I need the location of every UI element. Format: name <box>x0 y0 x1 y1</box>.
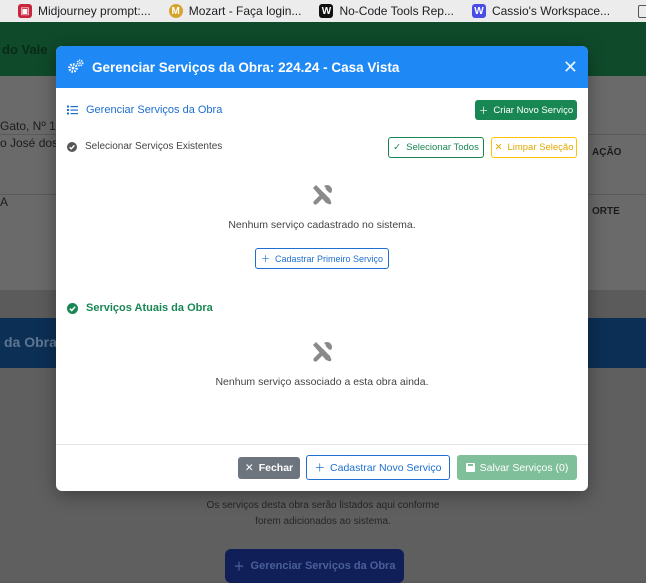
bookmark-nocode[interactable]: W No-Code Tools Rep... <box>301 0 454 22</box>
double-check-icon: ✓ <box>393 142 402 153</box>
bookmark-label: Mozart - Faça login... <box>188 4 302 18</box>
empty-system-text: Nenhum serviço cadastrado no sistema. <box>228 219 416 231</box>
close-button[interactable]: ✕ Fechar <box>238 457 300 479</box>
save-services-button[interactable]: Salvar Serviços (0) <box>457 455 577 480</box>
bookmark-label: Cassio's Workspace... <box>491 4 611 18</box>
current-services-label: Serviços Atuais da Obra <box>86 302 213 314</box>
bookmarks-bar: ▣ Midjourney prompt:... M Mozart - Faça … <box>0 0 646 22</box>
create-service-label: Criar Novo Serviço <box>493 104 574 116</box>
current-services-title: Serviços Atuais da Obra <box>67 302 213 314</box>
tools-icon <box>313 185 332 205</box>
background-row-text: o José dos <box>0 136 59 150</box>
background-row-text: ORTE <box>592 206 620 217</box>
select-existing-title: Selecionar Serviços Existentes <box>67 141 222 152</box>
x-icon: ✕ <box>244 462 254 474</box>
manage-section-title: Gerenciar Serviços da Obra <box>67 104 222 116</box>
manage-section-label: Gerenciar Serviços da Obra <box>86 104 223 116</box>
cogs-icon <box>68 59 84 73</box>
bookmark-midjourney[interactable]: ▣ Midjourney prompt:... <box>0 0 151 22</box>
background-note: Os serviços desta obra serão listados aq… <box>206 500 440 511</box>
modal-title: Gerenciar Serviços da Obra: 224.24 - Cas… <box>92 60 400 75</box>
background-button-label: Gerenciar Serviços da Obra <box>250 560 396 572</box>
bookmark-mozart[interactable]: M Mozart - Faça login... <box>151 0 302 22</box>
background-row-text: AÇÃO <box>592 147 622 158</box>
background-row-text: Gato, Nº 1 <box>0 119 56 133</box>
clear-selection-label: Limpar Seleção <box>507 142 574 153</box>
x-icon: ✕ <box>494 142 503 153</box>
close-icon[interactable]: ✕ <box>563 58 578 76</box>
select-existing-label: Selecionar Serviços Existentes <box>85 141 223 152</box>
register-first-label: Cadastrar Primeiro Serviço <box>274 253 384 264</box>
save-icon <box>465 463 475 472</box>
select-all-label: Selecionar Todos <box>406 142 479 153</box>
plus-icon: ＋ <box>314 462 326 474</box>
check-circle-icon <box>67 302 78 314</box>
mozart-icon: M <box>168 4 183 18</box>
plus-icon: ＋ <box>478 106 489 117</box>
background-section-text: da Obra <box>4 334 57 350</box>
folder-icon <box>638 4 646 18</box>
background-note: forem adicionados ao sistema. <box>255 516 391 527</box>
background-manage-button: ＋ Gerenciar Serviços da Obra <box>225 549 404 583</box>
check-circle-icon <box>67 141 77 152</box>
register-first-button[interactable]: ＋ Cadastrar Primeiro Serviço <box>255 248 389 269</box>
modal-header: Gerenciar Serviços da Obra: 224.24 - Cas… <box>56 46 588 88</box>
nocode-icon: W <box>319 4 334 18</box>
register-new-service-button[interactable]: ＋ Cadastrar Novo Serviço <box>306 455 450 480</box>
workspace-icon: W <box>471 4 486 18</box>
bookmark-workspace[interactable]: W Cassio's Workspace... <box>454 0 610 22</box>
plus-icon: ＋ <box>260 254 270 264</box>
empty-obra-text: Nenhum serviço associado a esta obra ain… <box>215 376 429 388</box>
clear-selection-button[interactable]: ✕ Limpar Seleção <box>491 137 577 158</box>
save-services-label: Salvar Serviços (0) <box>479 461 569 474</box>
tools-icon <box>313 342 332 362</box>
manage-services-modal: Gerenciar Serviços da Obra: 224.24 - Cas… <box>56 46 588 491</box>
register-new-label: Cadastrar Novo Serviço <box>330 461 442 474</box>
modal-footer: ✕ Fechar ＋ Cadastrar Novo Serviço Salvar… <box>56 444 588 491</box>
bookmark-label: No-Code Tools Rep... <box>339 4 454 18</box>
close-button-label: Fechar <box>258 462 294 474</box>
list-icon <box>67 105 78 115</box>
background-row-text: A <box>0 195 9 209</box>
background-header-text: do Vale <box>2 42 48 57</box>
select-all-button[interactable]: ✓ Selecionar Todos <box>388 137 484 158</box>
create-service-button[interactable]: ＋ Criar Novo Serviço <box>475 100 577 120</box>
bookmark-label: Midjourney prompt:... <box>38 4 151 18</box>
bookmark-folder[interactable] <box>628 0 646 22</box>
midjourney-icon: ▣ <box>18 4 32 18</box>
